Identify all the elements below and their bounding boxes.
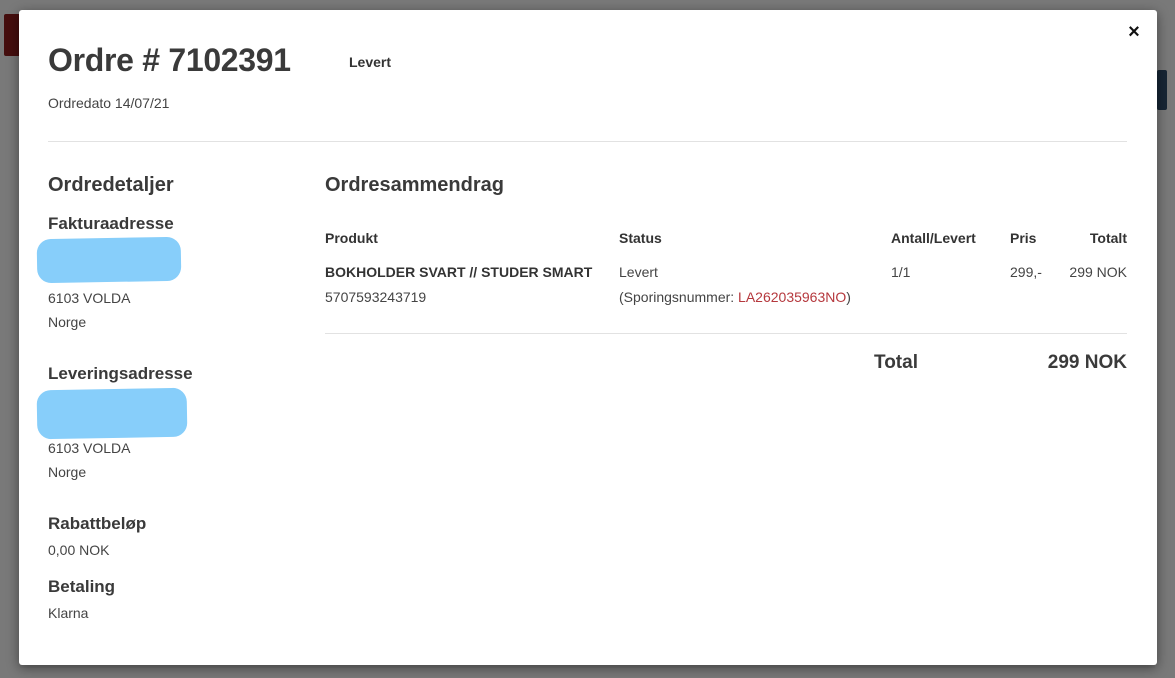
- column-header-price: Pris: [1010, 230, 1037, 246]
- shipping-country: Norge: [48, 464, 87, 480]
- tracking-suffix: ): [846, 289, 851, 305]
- shipping-address-heading: Leveringsadresse: [48, 364, 193, 383]
- column-header-quantity: Antall/Levert: [891, 230, 976, 246]
- item-price: 299,-: [1010, 264, 1042, 280]
- order-date: Ordredato 14/07/21: [48, 95, 170, 111]
- column-header-product: Produkt: [325, 230, 378, 246]
- order-summary-title: Ordresammendrag: [325, 174, 504, 196]
- tracking-number-link[interactable]: LA262035963NO: [738, 289, 846, 305]
- item-total: 299 NOK: [1069, 264, 1127, 280]
- discount-heading: Rabattbeløp: [48, 514, 147, 533]
- column-header-status: Status: [619, 230, 662, 246]
- column-header-total: Totalt: [1089, 230, 1127, 246]
- order-modal: × Ordre # 7102391 Levert Ordredato 14/07…: [19, 10, 1157, 665]
- total-value: 299 NOK: [1047, 352, 1127, 373]
- close-icon[interactable]: ×: [1125, 22, 1143, 42]
- item-quantity: 1/1: [891, 264, 911, 280]
- total-label: Total: [874, 352, 918, 373]
- payment-heading: Betaling: [48, 577, 116, 596]
- order-details-title: Ordredetaljer: [48, 174, 174, 196]
- header-divider: [48, 141, 1127, 142]
- redacted-billing-address: [36, 236, 182, 284]
- order-status-badge: Levert: [349, 54, 392, 70]
- redacted-shipping-address: [36, 387, 188, 440]
- discount-value: 0,00 NOK: [48, 542, 110, 558]
- product-sku: 5707593243719: [325, 289, 427, 305]
- tracking-info: (Sporingsnummer: LA262035963NO): [619, 289, 851, 305]
- billing-country: Norge: [48, 314, 87, 330]
- billing-address-heading: Fakturaadresse: [48, 214, 174, 233]
- summary-divider: [325, 333, 1127, 334]
- order-title: Ordre # 7102391: [48, 42, 291, 78]
- billing-postal: 6103 VOLDA: [48, 290, 131, 306]
- tracking-prefix: (Sporingsnummer:: [619, 289, 739, 305]
- payment-value: Klarna: [48, 605, 89, 621]
- shipping-postal: 6103 VOLDA: [48, 440, 131, 456]
- product-name: BOKHOLDER SVART // STUDER SMART: [325, 264, 593, 280]
- item-status: Levert: [619, 264, 658, 280]
